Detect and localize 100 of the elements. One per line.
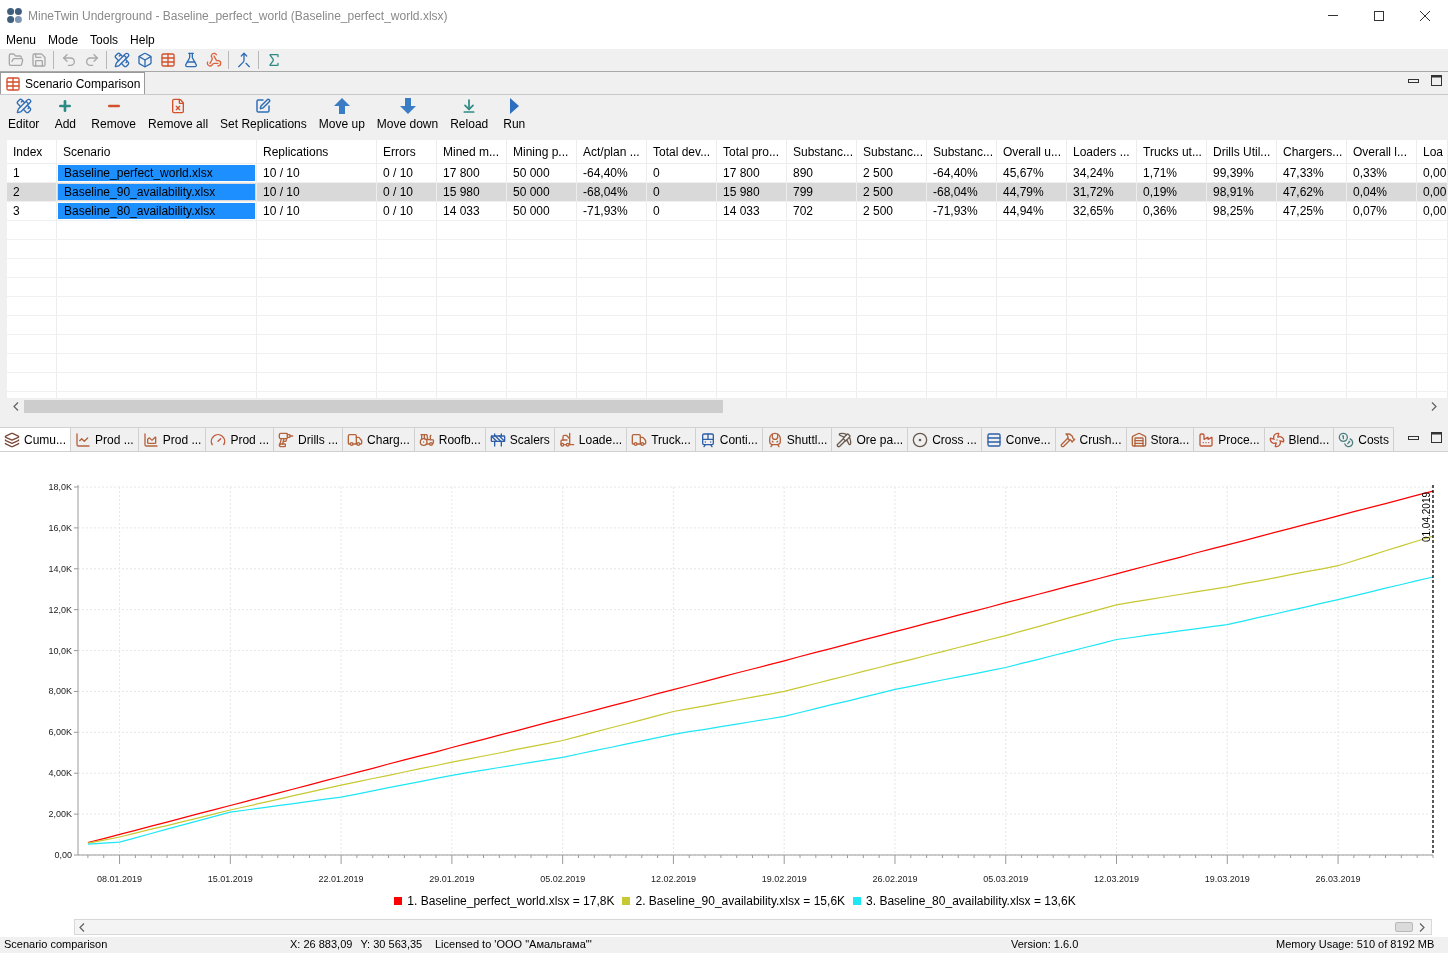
- down-arrow-icon: [399, 98, 416, 114]
- tab[interactable]: Scenario Comparison: [0, 72, 146, 94]
- scroll-right-icon[interactable]: [1430, 402, 1437, 411]
- tab[interactable]: Crush...: [1055, 427, 1127, 451]
- toolbar-button[interactable]: Remove all: [145, 98, 212, 131]
- drill-icon: [278, 431, 295, 448]
- pencil-ruler-icon[interactable]: [113, 52, 130, 68]
- x-tick-label: 26.03.2019: [1315, 874, 1361, 884]
- scroll-left-icon[interactable]: [79, 922, 85, 932]
- legend-label: 2. Baseline_90_availability.xlsx = 15,6K: [635, 892, 846, 910]
- table-cell-text: -64,40%: [582, 165, 629, 182]
- tab[interactable]: Charg...: [343, 427, 415, 451]
- tab[interactable]: Costs: [1334, 427, 1394, 451]
- version-text: Version: 1.6.0: [1011, 937, 1080, 952]
- maximize-icon[interactable]: [1431, 75, 1442, 86]
- table-row[interactable]: 2 Baseline_90_availability.xlsx 10 / 10 0 / 10 15 980 50 000 -68,04% 0 15 980 799 2 500 -68,04% 44,79% 31,72% 0,19% 98,91% 47,62% 0,04% 0,00: [7, 183, 1448, 202]
- menu-item[interactable]: Help: [124, 31, 161, 49]
- menu-item[interactable]: Mode: [42, 31, 85, 49]
- network-icon[interactable]: [205, 52, 222, 68]
- scroll-left-icon[interactable]: [12, 402, 19, 411]
- table-cell-text: 1,71%: [1142, 165, 1179, 182]
- table-cell-text: 17 800: [442, 165, 481, 182]
- table-cell-text: 10 / 10: [262, 165, 301, 182]
- x-tick-label: 05.02.2019: [540, 874, 586, 884]
- table-icon: [5, 75, 21, 92]
- table-cell-text: 14 033: [722, 203, 761, 220]
- toolbar-button[interactable]: Move down: [373, 98, 442, 131]
- tab[interactable]: Conti...: [695, 427, 763, 451]
- tab[interactable]: Proce...: [1194, 427, 1265, 451]
- tab[interactable]: Scalers: [485, 427, 555, 451]
- table-cell-text: 0,04%: [1352, 184, 1389, 201]
- scrollbar-thumb[interactable]: [1395, 922, 1413, 932]
- tractor-icon: [418, 431, 435, 448]
- x-tick-label: 08.01.2019: [97, 874, 143, 884]
- toolbar-button[interactable]: Add: [48, 98, 83, 131]
- toolbar-button[interactable]: Reload: [447, 98, 492, 131]
- y-tick-label: 4,00K: [48, 768, 72, 779]
- table-cell-text: 799: [792, 184, 815, 201]
- tab[interactable]: Drills ...: [274, 427, 344, 451]
- cube-icon[interactable]: [136, 52, 153, 68]
- menu-item[interactable]: Tools: [84, 31, 125, 49]
- toolbar-button[interactable]: Remove: [88, 98, 140, 131]
- toolbar-button[interactable]: Set Replications: [217, 98, 310, 131]
- table-row[interactable]: 1 Baseline_perfect_world.xlsx 10 / 10 0 / 10 17 800 50 000 -64,40% 0 17 800 890 2 500 -64,40% 45,67% 34,24% 1,71% 99,39% 47,33% 0,33% 0,00: [7, 164, 1448, 183]
- y-tick-label: 12,0K: [48, 604, 72, 615]
- y-tick-label: 8,00K: [48, 686, 72, 697]
- scroll-right-icon[interactable]: [1419, 922, 1425, 932]
- minimize-icon[interactable]: [1408, 433, 1419, 442]
- table-cell-text: 3: [12, 203, 21, 220]
- merge-arrows-icon[interactable]: [235, 52, 252, 68]
- menu-item[interactable]: Menu: [0, 31, 43, 49]
- tab[interactable]: Stora...: [1126, 427, 1195, 451]
- tab[interactable]: Ore pa...: [832, 427, 909, 451]
- y-tick-label: 18,0K: [48, 482, 72, 492]
- y-tick-label: 2,00K: [48, 809, 72, 820]
- close-icon: [1420, 10, 1430, 21]
- truck-icon: [347, 431, 364, 448]
- tab[interactable]: Blend...: [1264, 427, 1335, 451]
- tab[interactable]: Conve...: [981, 427, 1056, 451]
- memory-usage-text: Memory Usage: 510 of 8192 MB: [1276, 937, 1435, 952]
- tab[interactable]: Shuttl...: [762, 427, 833, 451]
- table-cell-text: 0 / 10: [382, 184, 415, 201]
- table-cell-text: 99,39%: [1212, 165, 1255, 182]
- scrollbar-thumb[interactable]: [24, 400, 723, 413]
- table-cell-text: 702: [792, 203, 815, 220]
- table-cell-text: -71,93%: [582, 203, 629, 220]
- toolbar-button[interactable]: Editor: [5, 98, 43, 131]
- maximize-icon[interactable]: [1431, 432, 1442, 443]
- license-text: Licensed to 'ООО "Амальгама"': [435, 937, 593, 952]
- tab[interactable]: Cross ...: [908, 427, 982, 451]
- tab[interactable]: Prod ...: [206, 427, 275, 451]
- tab[interactable]: Cumu...: [0, 427, 71, 451]
- hammer-icon: [1059, 431, 1076, 448]
- area-chart-icon: [142, 431, 159, 448]
- table-cell-text: -71,93%: [932, 203, 979, 220]
- table-cell-text: 44,94%: [1002, 203, 1045, 220]
- table-cell-text: 0 / 10: [382, 203, 415, 220]
- table-cell-text: 10 / 10: [262, 203, 301, 220]
- toolbar-button[interactable]: Run: [497, 98, 532, 131]
- table-cell-text: 44,79%: [1002, 184, 1045, 201]
- tab[interactable]: Prod ...: [138, 427, 207, 451]
- toolbar-button[interactable]: Move up: [315, 98, 368, 131]
- tab[interactable]: Roofb...: [414, 427, 486, 451]
- table-cell-text: 15 980: [722, 184, 761, 201]
- legend-label: 1. Baseline_perfect_world.xlsx = 17,8K: [407, 892, 615, 910]
- tab[interactable]: Loade...: [554, 427, 628, 451]
- table-row[interactable]: 3 Baseline_80_availability.xlsx 10 / 10 0 / 10 14 033 50 000 -71,93% 0 14 033 702 2 500 -71,93% 44,94% 32,65% 0,36% 98,25% 47,25% 0,07% 0,00: [7, 202, 1448, 221]
- forklift-icon: [558, 431, 575, 448]
- table-cell-text: 14 033: [442, 203, 481, 220]
- flask-icon[interactable]: [182, 52, 199, 68]
- minimize-icon[interactable]: [1408, 76, 1419, 85]
- table-cell-text: 2 500: [862, 184, 895, 201]
- table-cell-text: 98,91%: [1212, 184, 1255, 201]
- y-tick-label: 0,00: [54, 850, 72, 860]
- horizontal-scrollbar[interactable]: [74, 919, 1432, 935]
- table-cell-text: 0,00: [1422, 165, 1448, 182]
- minimize-icon: [1328, 15, 1338, 16]
- tab[interactable]: Prod ...: [71, 427, 139, 451]
- tab[interactable]: Truck...: [627, 427, 696, 451]
- table-icon[interactable]: [159, 52, 176, 68]
